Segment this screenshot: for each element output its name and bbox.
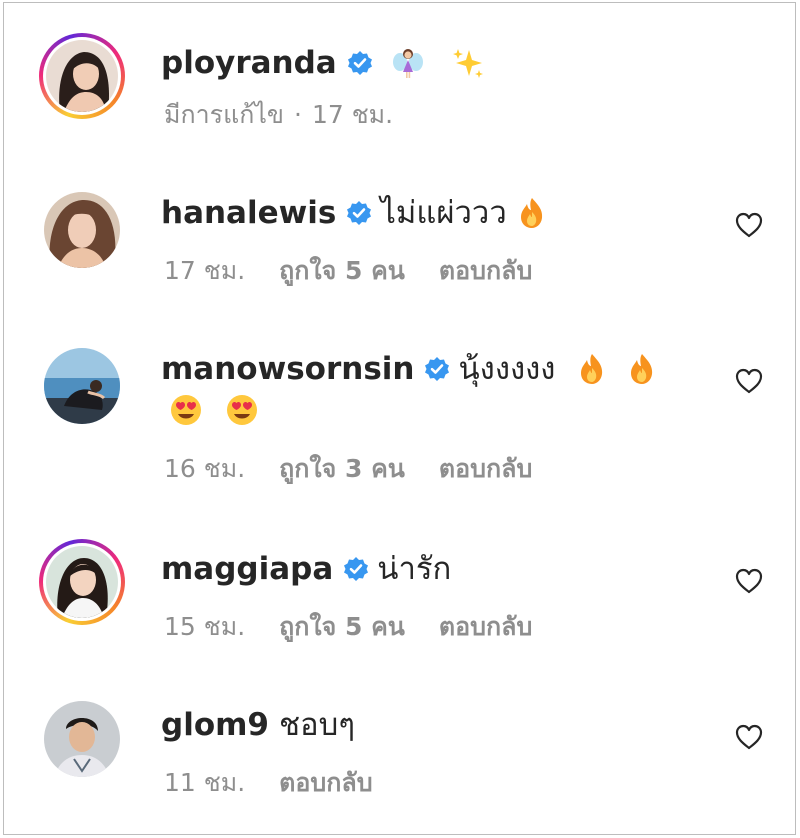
comments-panel: ployranda มีการแก้ไข · 17 ชม. hanalewis … [3, 2, 796, 835]
heart-eyes-emoji-icon [225, 393, 259, 427]
comment-meta: 16 ชม. ถูกใจ 3 คน ตอบกลับ [164, 453, 566, 485]
comment-text: นุ้งงงงง [458, 351, 556, 387]
reply-button[interactable]: ตอบกลับ [439, 612, 532, 641]
fire-emoji-icon [625, 352, 659, 386]
verified-badge-icon [343, 556, 369, 582]
avatar [44, 192, 120, 268]
avatar-wrap[interactable] [39, 187, 125, 273]
comment-time: 17 ชม. [164, 256, 246, 285]
verified-badge-icon [347, 50, 373, 76]
avatar [44, 348, 120, 424]
likes-count-link[interactable]: ถูกใจ 3 คน [279, 454, 405, 483]
meta-separator: · [294, 100, 302, 129]
avatar-story-ring[interactable] [39, 539, 125, 625]
comment-text: ไม่แผ่ววว [380, 195, 507, 231]
reply-button[interactable]: ตอบกลับ [439, 454, 532, 483]
fairy-emoji-icon [391, 46, 425, 80]
comment-text: น่ารัก [377, 551, 452, 587]
comment-time: 16 ชม. [164, 454, 246, 483]
comment-meta: 11 ชม. ตอบกลับ [164, 767, 407, 799]
avatar [46, 40, 118, 112]
like-heart-icon[interactable] [734, 211, 764, 239]
emoji-line [161, 393, 273, 427]
comment-meta: 17 ชม. ถูกใจ 5 คน ตอบกลับ [164, 255, 566, 287]
comment-username[interactable]: hanalewis [161, 193, 336, 233]
avatar [46, 546, 118, 618]
avatar [44, 701, 120, 777]
heart-eyes-emoji-icon [169, 393, 203, 427]
post-time: 17 ชม. [311, 100, 394, 129]
fire-emoji-icon [515, 196, 549, 230]
comment-time: 15 ชม. [164, 612, 246, 641]
avatar-story-ring[interactable] [39, 33, 125, 119]
comment-username[interactable]: manowsornsin [161, 349, 414, 389]
comment-username[interactable]: glom9 [161, 705, 269, 745]
edited-label: มีการแก้ไข [164, 100, 284, 129]
fire-emoji-icon [575, 352, 609, 386]
like-heart-icon[interactable] [734, 567, 764, 595]
comment-meta: 15 ชม. ถูกใจ 5 คน ตอบกลับ [164, 611, 566, 643]
comment-text: ชอบๆ [279, 707, 355, 743]
likes-count-link[interactable]: ถูกใจ 5 คน [279, 612, 405, 641]
sparkles-emoji-icon [451, 46, 485, 80]
post-username[interactable]: ployranda [161, 43, 337, 83]
like-heart-icon[interactable] [734, 723, 764, 751]
like-heart-icon[interactable] [734, 367, 764, 395]
comment-time: 11 ชม. [164, 768, 246, 797]
verified-badge-icon [346, 200, 372, 226]
avatar-wrap[interactable] [39, 343, 125, 429]
comment-username[interactable]: maggiapa [161, 549, 333, 589]
avatar-wrap[interactable] [39, 696, 125, 782]
likes-count-link[interactable]: ถูกใจ 5 คน [279, 256, 405, 285]
verified-badge-icon [424, 356, 450, 382]
post-meta: มีการแก้ไข · 17 ชม. [164, 99, 427, 131]
reply-button[interactable]: ตอบกลับ [439, 256, 532, 285]
reply-button[interactable]: ตอบกลับ [279, 768, 372, 797]
